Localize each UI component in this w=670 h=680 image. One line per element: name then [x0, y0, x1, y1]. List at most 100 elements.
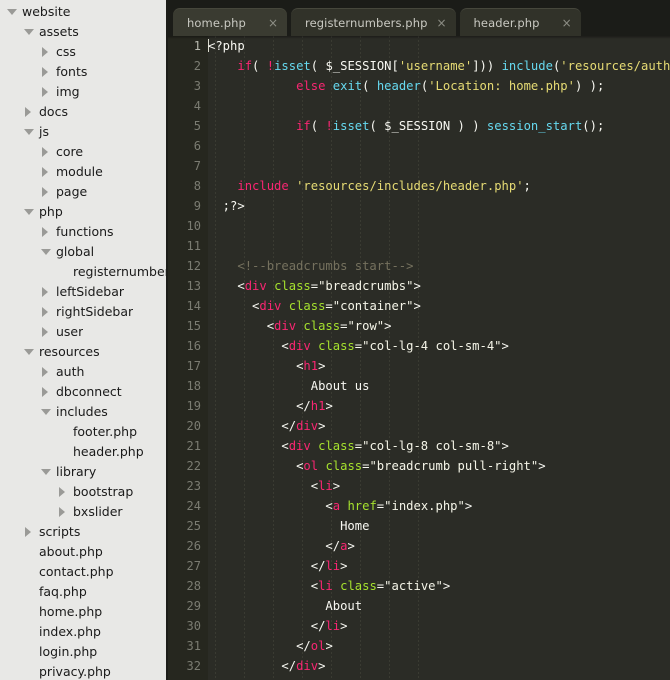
code-line[interactable]: ;?>	[208, 196, 670, 216]
code-line[interactable]: <h1>	[208, 356, 670, 376]
tree-item-css[interactable]: css	[0, 42, 166, 62]
code-line[interactable]: <a href="index.php">	[208, 496, 670, 516]
project-file-tree-sidebar[interactable]: website assets css fonts img docs js core module…	[0, 0, 168, 680]
editor-tab-bar[interactable]: home.php × registernumbers.php × header.php ×	[168, 0, 670, 36]
tree-item-global[interactable]: global	[0, 242, 166, 262]
tree-item-home-php[interactable]: home.php	[0, 602, 166, 622]
chevron-right-icon[interactable]	[40, 82, 51, 102]
code-line[interactable]: <ol class="breadcrumb pull-right">	[208, 456, 670, 476]
code-line[interactable]	[208, 136, 670, 156]
code-line[interactable]: include 'resources/includes/header.php';	[208, 176, 670, 196]
code-line[interactable]	[208, 236, 670, 256]
tree-item-page[interactable]: page	[0, 182, 166, 202]
chevron-down-icon[interactable]	[6, 2, 17, 22]
code-area[interactable]: 1 2 3 4 5 6 7 8 9 10 11 12 13 14 15 16 17 18 19 20 21 22 23 24 2…	[168, 36, 670, 680]
chevron-down-icon[interactable]	[23, 122, 34, 142]
tree-item-user[interactable]: user	[0, 322, 166, 342]
tree-item-faq-php[interactable]: faq.php	[0, 582, 166, 602]
tab-home-php[interactable]: home.php ×	[173, 8, 288, 36]
code-line[interactable]: </li>	[208, 616, 670, 636]
code-line[interactable]: <div class="col-lg-4 col-sm-4">	[208, 336, 670, 356]
chevron-right-icon[interactable]	[40, 362, 51, 382]
chevron-right-icon[interactable]	[40, 162, 51, 182]
chevron-right-icon[interactable]	[40, 182, 51, 202]
tree-item-js[interactable]: js	[0, 122, 166, 142]
tab-header-php[interactable]: header.php ×	[459, 8, 581, 36]
chevron-right-icon[interactable]	[57, 482, 68, 502]
tree-item-rightsidebar[interactable]: rightSidebar	[0, 302, 166, 322]
tree-item-website[interactable]: website	[0, 2, 166, 22]
chevron-down-icon[interactable]	[40, 242, 51, 262]
tree-item-docs[interactable]: docs	[0, 102, 166, 122]
tree-item-resources[interactable]: resources	[0, 342, 166, 362]
tree-item-library[interactable]: library	[0, 462, 166, 482]
code-line[interactable]: </div>	[208, 676, 670, 680]
tab-close-icon[interactable]: ×	[562, 17, 572, 29]
tab-close-icon[interactable]: ×	[268, 17, 278, 29]
tree-item-php[interactable]: php	[0, 202, 166, 222]
code-line[interactable]: About	[208, 596, 670, 616]
code-line[interactable]: </a>	[208, 536, 670, 556]
chevron-right-icon[interactable]	[40, 322, 51, 342]
chevron-right-icon[interactable]	[40, 142, 51, 162]
tree-item-img[interactable]: img	[0, 82, 166, 102]
chevron-right-icon[interactable]	[40, 302, 51, 322]
tree-item-login-php[interactable]: login.php	[0, 642, 166, 662]
chevron-right-icon[interactable]	[40, 282, 51, 302]
code-line[interactable]	[208, 216, 670, 236]
tree-item-module[interactable]: module	[0, 162, 166, 182]
tree-item-fonts[interactable]: fonts	[0, 62, 166, 82]
code-line[interactable]: else exit( header('Location: home.php') …	[208, 76, 670, 96]
code-line[interactable]	[208, 156, 670, 176]
code-line[interactable]: </h1>	[208, 396, 670, 416]
code-line[interactable]: <div class="container">	[208, 296, 670, 316]
tree-item-assets[interactable]: assets	[0, 22, 166, 42]
code-line[interactable]: <div class="col-lg-8 col-sm-8">	[208, 436, 670, 456]
tree-item-auth[interactable]: auth	[0, 362, 166, 382]
tree-item-bxslider[interactable]: bxslider	[0, 502, 166, 522]
code-line[interactable]: <li>	[208, 476, 670, 496]
tree-item-index-php[interactable]: index.php	[0, 622, 166, 642]
tree-item-header-php[interactable]: header.php	[0, 442, 166, 462]
tree-item-bootstrap[interactable]: bootstrap	[0, 482, 166, 502]
tree-item-registernumbers-php[interactable]: registernumbers.php	[0, 262, 166, 282]
chevron-down-icon[interactable]	[40, 462, 51, 482]
code-line[interactable]: </ol>	[208, 636, 670, 656]
code-line[interactable]: </div>	[208, 656, 670, 676]
code-line[interactable]: <li class="active">	[208, 576, 670, 596]
code-line[interactable]: About us	[208, 376, 670, 396]
chevron-down-icon[interactable]	[23, 342, 34, 362]
code-line[interactable]: if( !isset( $_SESSION ) ) session_start(…	[208, 116, 670, 136]
code-line[interactable]: </li>	[208, 556, 670, 576]
chevron-right-icon[interactable]	[40, 62, 51, 82]
tree-item-footer-php[interactable]: footer.php	[0, 422, 166, 442]
chevron-right-icon[interactable]	[23, 102, 34, 122]
code-text[interactable]: <?php if( !isset( $_SESSION['username'])…	[208, 36, 670, 680]
tree-item-privacy-php[interactable]: privacy.php	[0, 662, 166, 680]
tab-close-icon[interactable]: ×	[436, 17, 446, 29]
chevron-right-icon[interactable]	[40, 42, 51, 62]
tree-item-leftsidebar[interactable]: leftSidebar	[0, 282, 166, 302]
code-lines-viewport[interactable]: <?php if( !isset( $_SESSION['username'])…	[208, 36, 670, 680]
tree-item-scripts[interactable]: scripts	[0, 522, 166, 542]
chevron-down-icon[interactable]	[23, 22, 34, 42]
code-line[interactable]: <div class="row">	[208, 316, 670, 336]
code-line[interactable]: if( !isset( $_SESSION['username'])) incl…	[208, 56, 670, 76]
tree-item-includes[interactable]: includes	[0, 402, 166, 422]
chevron-right-icon[interactable]	[40, 222, 51, 242]
chevron-down-icon[interactable]	[40, 402, 51, 422]
tree-item-dbconnect[interactable]: dbconnect	[0, 382, 166, 402]
tree-item-core[interactable]: core	[0, 142, 166, 162]
chevron-right-icon[interactable]	[40, 382, 51, 402]
chevron-right-icon[interactable]	[23, 522, 34, 542]
code-line[interactable]: <!--breadcrumbs start-->	[208, 256, 670, 276]
tab-registernumbers-php[interactable]: registernumbers.php ×	[291, 8, 456, 36]
code-line[interactable]	[208, 96, 670, 116]
chevron-down-icon[interactable]	[23, 202, 34, 222]
code-line[interactable]: Home	[208, 516, 670, 536]
code-line[interactable]: </div>	[208, 416, 670, 436]
chevron-right-icon[interactable]	[57, 502, 68, 522]
code-line[interactable]: <div class="breadcrumbs">	[208, 276, 670, 296]
tree-item-contact-php[interactable]: contact.php	[0, 562, 166, 582]
tree-item-about-php[interactable]: about.php	[0, 542, 166, 562]
